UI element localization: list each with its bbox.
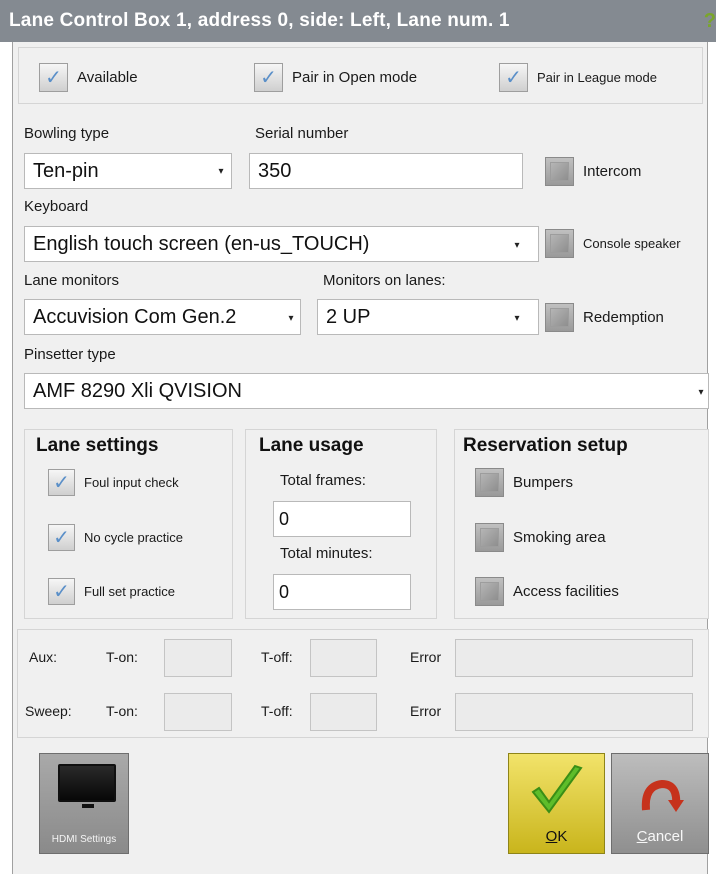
- smoking-area-checkbox[interactable]: Smoking area: [475, 523, 606, 552]
- access-facilities-label: Access facilities: [513, 583, 619, 600]
- chevron-down-icon[interactable]: ▾: [509, 237, 525, 253]
- available-label: Available: [77, 69, 138, 86]
- hdmi-settings-button[interactable]: HDMI Settings: [39, 753, 129, 854]
- sweep-toff-field[interactable]: [310, 693, 377, 731]
- serial-number-label: Serial number: [255, 125, 349, 142]
- bumpers-label: Bumpers: [513, 474, 574, 491]
- serial-number-input[interactable]: 350: [249, 153, 523, 189]
- foul-input-check-checkbox[interactable]: ✓ Foul input check: [48, 469, 179, 496]
- check-icon: ✓: [260, 66, 277, 89]
- foul-input-check-label: Foul input check: [84, 475, 179, 490]
- sweep-ton-field[interactable]: [164, 693, 232, 731]
- full-set-practice-checkbox[interactable]: ✓ Full set practice: [48, 578, 175, 605]
- check-icon: ✓: [53, 580, 70, 603]
- access-facilities-checkbox[interactable]: Access facilities: [475, 577, 619, 606]
- serial-number-value: 350: [258, 159, 292, 182]
- console-speaker-label: Console speaker: [583, 236, 681, 251]
- sweep-toff-label: T-off:: [261, 703, 293, 719]
- dialog-body: ✓ Available ✓ Pair in Open mode ✓ Pair i…: [12, 42, 709, 874]
- check-icon: ✓: [45, 66, 62, 89]
- lane-monitors-label: Lane monitors: [24, 272, 120, 289]
- aux-error-field[interactable]: [455, 639, 693, 677]
- intercom-label: Intercom: [583, 163, 642, 180]
- aux-error-label: Error: [410, 649, 442, 665]
- available-checkbox[interactable]: ✓ Available: [39, 63, 138, 92]
- monitors-on-lanes-label: Monitors on lanes:: [323, 272, 446, 289]
- chevron-down-icon[interactable]: ▾: [213, 163, 229, 179]
- check-icon: ✓: [53, 526, 70, 549]
- keyboard-select[interactable]: English touch screen (en-us_TOUCH): [24, 226, 539, 262]
- full-set-practice-label: Full set practice: [84, 584, 176, 599]
- cancel-label: Cancel: [636, 828, 684, 845]
- check-icon: ✓: [53, 471, 70, 494]
- lane-monitors-select[interactable]: Accuvision Com Gen.2: [24, 299, 301, 335]
- redemption-label: Redemption: [583, 309, 664, 326]
- monitors-on-lanes-value: 2 UP: [326, 305, 371, 328]
- pinsetter-type-value: AMF 8290 Xli QVISION: [33, 379, 242, 402]
- pinsetter-type-select[interactable]: AMF 8290 Xli QVISION: [24, 373, 709, 409]
- intercom-checkbox[interactable]: Intercom: [545, 157, 641, 186]
- redemption-checkbox[interactable]: Redemption: [545, 303, 664, 332]
- no-cycle-practice-label: No cycle practice: [84, 530, 183, 545]
- check-icon: ✓: [505, 66, 522, 89]
- window-title: Lane Control Box 1, address 0, side: Lef…: [9, 10, 510, 31]
- sweep-ton-label: T-on:: [106, 703, 138, 719]
- sweep-label: Sweep:: [25, 703, 72, 719]
- aux-toff-field[interactable]: [310, 639, 377, 677]
- pair-open-mode-checkbox[interactable]: ✓ Pair in Open mode: [254, 63, 417, 92]
- aux-ton-field[interactable]: [164, 639, 232, 677]
- chevron-down-icon[interactable]: ▾: [509, 310, 525, 326]
- aux-ton-label: T-on:: [106, 649, 138, 665]
- undo-arrow-icon: [641, 779, 684, 812]
- cancel-button[interactable]: Cancel: [611, 753, 709, 854]
- help-icon[interactable]: ?: [704, 10, 716, 33]
- lane-usage-title: Lane usage: [259, 435, 364, 456]
- aux-toff-label: T-off:: [261, 649, 293, 665]
- aux-label: Aux:: [29, 649, 58, 665]
- no-cycle-practice-checkbox[interactable]: ✓ No cycle practice: [48, 524, 183, 551]
- total-minutes-value: 0: [279, 581, 290, 602]
- lane-monitors-value: Accuvision Com Gen.2: [33, 305, 237, 328]
- keyboard-label: Keyboard: [24, 198, 89, 215]
- total-frames-input[interactable]: 0: [273, 501, 411, 537]
- pair-open-mode-label: Pair in Open mode: [292, 69, 418, 86]
- chevron-down-icon[interactable]: ▾: [693, 384, 709, 400]
- pair-league-mode-label: Pair in League mode: [537, 70, 657, 85]
- sweep-error-field[interactable]: [455, 693, 693, 731]
- bowling-type-label: Bowling type: [24, 125, 110, 142]
- smoking-area-label: Smoking area: [513, 529, 606, 546]
- bowling-type-value: Ten-pin: [33, 159, 99, 182]
- total-frames-label: Total frames:: [280, 472, 366, 489]
- bowling-type-select[interactable]: Ten-pin: [24, 153, 232, 189]
- keyboard-value: English touch screen (en-us_TOUCH): [33, 232, 370, 255]
- bumpers-checkbox[interactable]: Bumpers: [475, 468, 573, 497]
- total-frames-value: 0: [279, 508, 290, 529]
- title-bar: Lane Control Box 1, address 0, side: Lef…: [0, 0, 716, 42]
- sweep-error-label: Error: [410, 703, 442, 719]
- tv-icon: [58, 764, 116, 802]
- lane-settings-title: Lane settings: [36, 435, 159, 456]
- console-speaker-checkbox[interactable]: Console speaker: [545, 229, 681, 258]
- checkmark-icon: [531, 764, 583, 814]
- pair-league-mode-checkbox[interactable]: ✓ Pair in League mode: [499, 63, 657, 92]
- chevron-down-icon[interactable]: ▾: [283, 310, 299, 326]
- monitors-on-lanes-select[interactable]: 2 UP: [317, 299, 539, 335]
- pinsetter-type-label: Pinsetter type: [24, 346, 116, 363]
- reservation-setup-title: Reservation setup: [463, 435, 628, 456]
- ok-label: OK: [545, 828, 568, 845]
- total-minutes-input[interactable]: 0: [273, 574, 411, 610]
- ok-button[interactable]: OK: [508, 753, 605, 854]
- hdmi-settings-label: HDMI Settings: [51, 834, 117, 845]
- total-minutes-label: Total minutes:: [280, 545, 373, 562]
